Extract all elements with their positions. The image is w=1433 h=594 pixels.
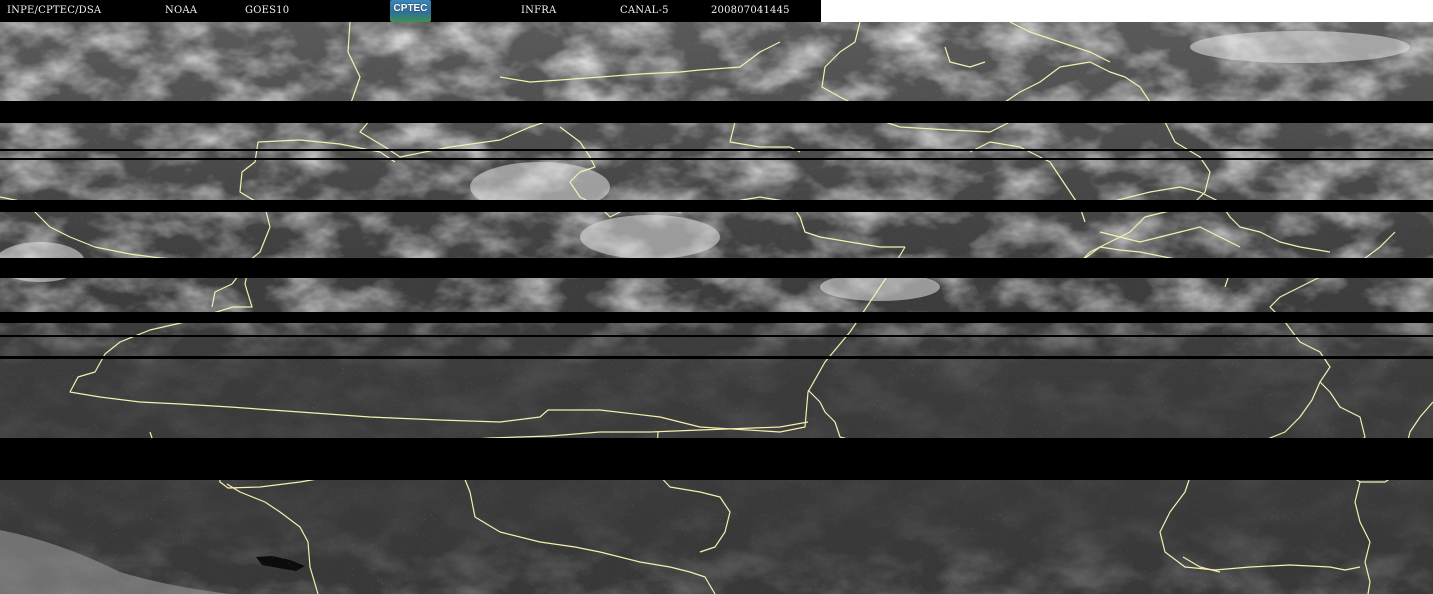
satellite-infrared-image (0, 22, 1433, 594)
image-header-bar: INPE/CPTEC/DSA NOAA GOES10 CPTEC INFRA C… (0, 0, 821, 22)
channel-label: CANAL-5 (620, 5, 669, 16)
agency-label: NOAA (165, 5, 198, 16)
cptec-logo-icon: CPTEC (390, 0, 431, 22)
product-label: INFRA (521, 5, 557, 16)
satellite-label: GOES10 (245, 5, 290, 16)
header-blank-area (821, 0, 1433, 22)
logo-text: CPTEC (393, 3, 428, 14)
institution-label: INPE/CPTEC/DSA (7, 5, 102, 16)
datetime-label: 200807041445 (711, 5, 790, 16)
